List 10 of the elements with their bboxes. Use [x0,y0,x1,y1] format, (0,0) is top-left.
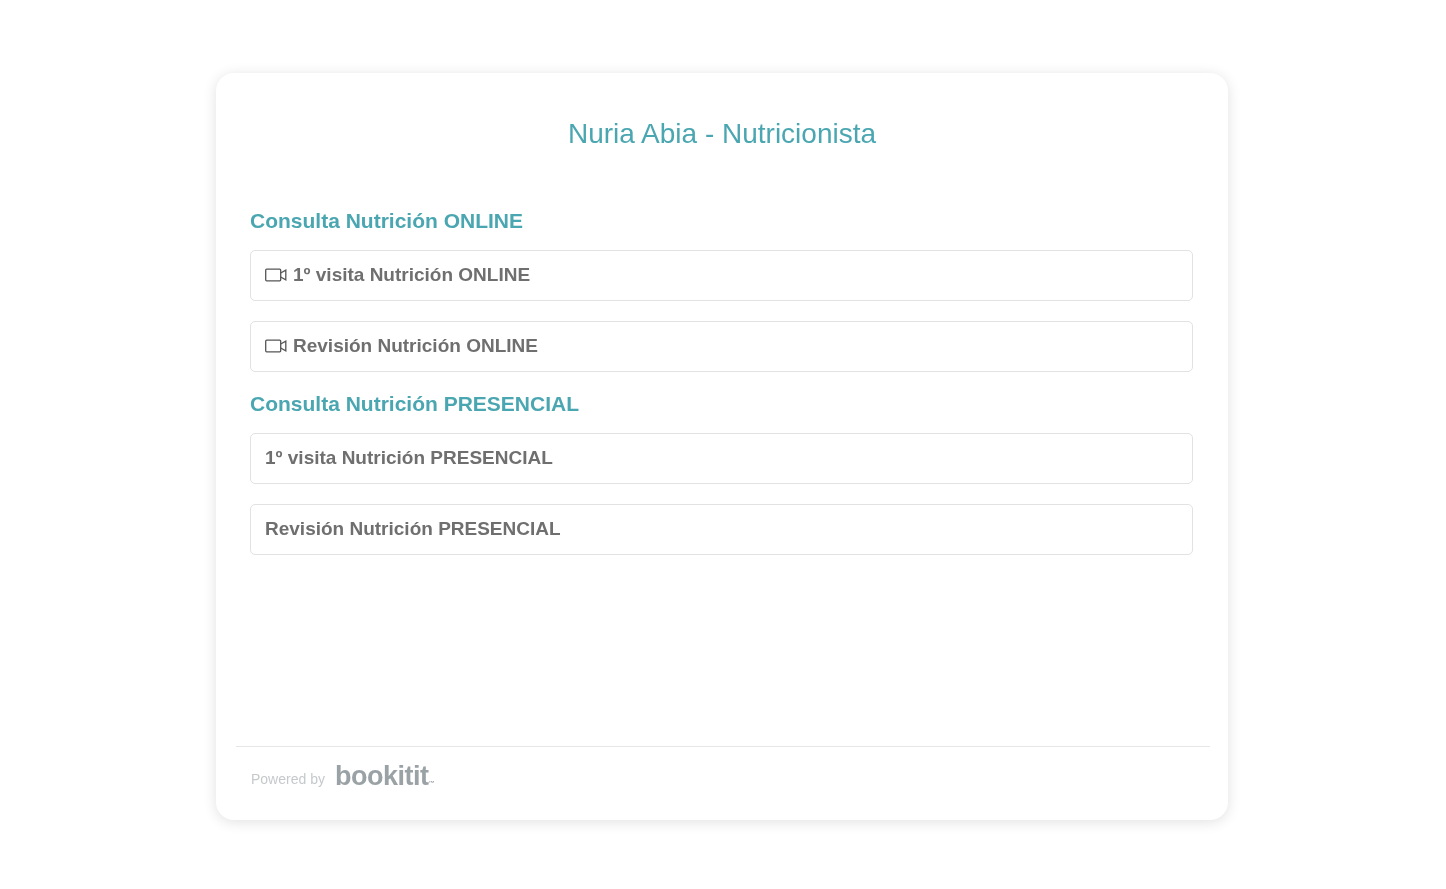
section-heading: Consulta Nutrición ONLINE [250,208,524,232]
video-camera-icon [265,339,287,354]
service-option[interactable]: Revisión Nutrición PRESENCIAL [250,503,1193,555]
video-camera-icon [265,268,287,283]
section-heading: Consulta Nutrición PRESENCIAL [250,391,581,415]
powered-by-text: Powered by [251,770,325,789]
page-title: Nuria Abia - Nutricionista [566,117,878,151]
service-option[interactable]: 1º visita Nutrición ONLINE [250,249,1193,301]
service-option[interactable]: Revisión Nutrición ONLINE [250,320,1193,372]
service-option[interactable]: 1º visita Nutrición PRESENCIAL [250,432,1193,484]
